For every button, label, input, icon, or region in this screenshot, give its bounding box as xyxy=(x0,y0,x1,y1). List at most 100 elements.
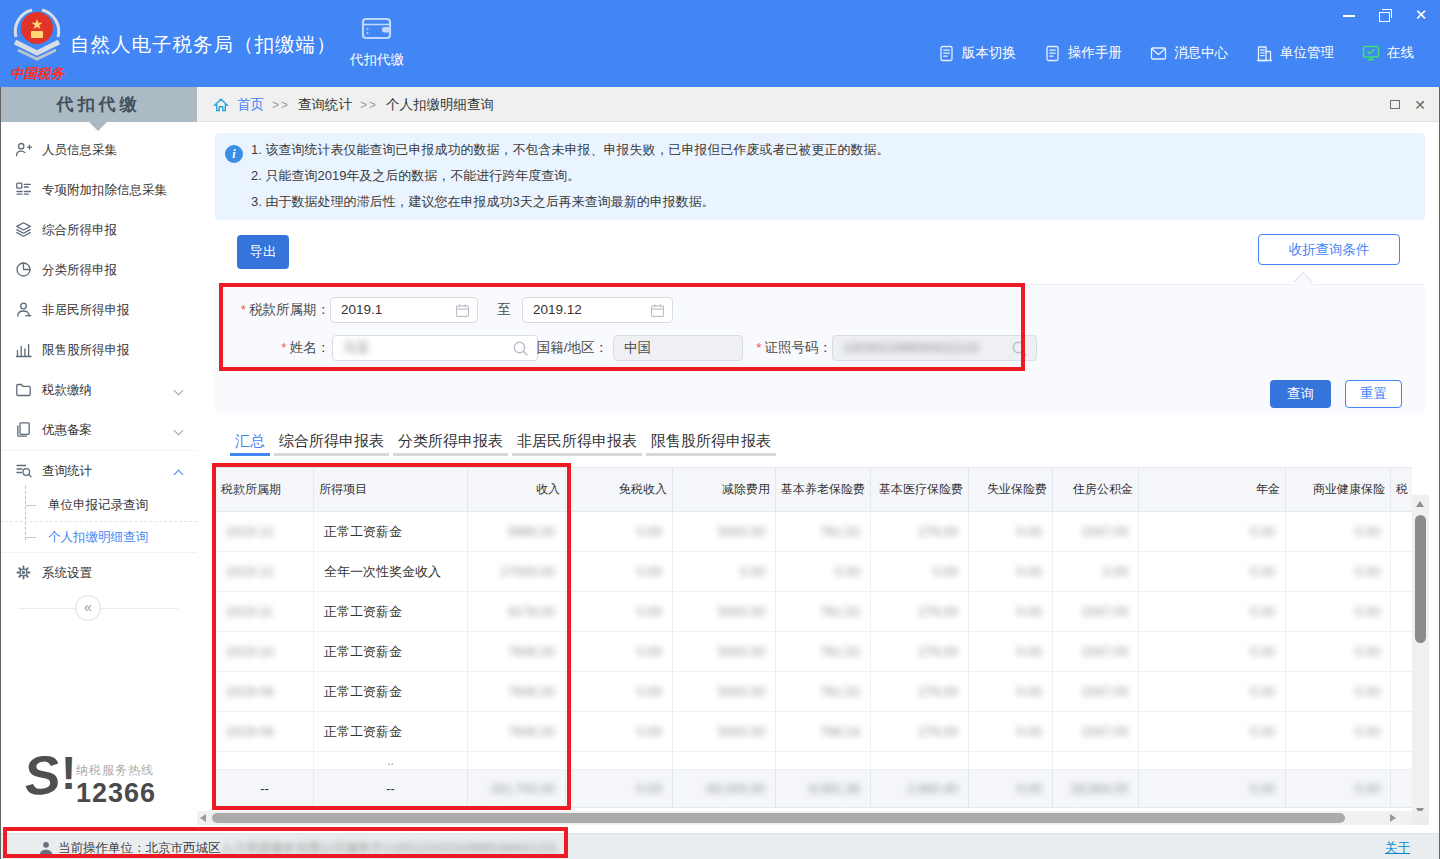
tab-2[interactable]: 分类所得申报表 xyxy=(393,428,508,456)
table-cell: 0.00 xyxy=(673,552,776,592)
sidebar-item-2[interactable]: 综合所得申报 xyxy=(0,210,197,250)
window-restore-button[interactable] xyxy=(1378,8,1392,22)
table-cell xyxy=(673,752,776,770)
table-cell: 0.00 xyxy=(1286,672,1391,712)
column-header[interactable]: 免税收入 xyxy=(566,468,673,512)
building-icon xyxy=(1256,45,1273,62)
table-cell: 1547.00 xyxy=(1053,512,1139,552)
sidebar-collapse-button[interactable]: « xyxy=(75,595,101,621)
scroll-up-arrow[interactable] xyxy=(1416,501,1424,507)
column-header[interactable]: 年金 xyxy=(1139,468,1286,512)
breadcrumb-item[interactable]: 查询统计 xyxy=(298,96,352,114)
reset-button[interactable]: 重置 xyxy=(1345,380,1402,408)
info-icon: i xyxy=(225,145,243,163)
table-cell: 279.00 xyxy=(871,512,969,552)
header-menu-item-1[interactable]: 操作手册 xyxy=(1044,44,1122,62)
table-cell: 0.00 xyxy=(1286,512,1391,552)
tab-3[interactable]: 非居民所得申报表 xyxy=(512,428,642,456)
horizontal-scroll-thumb[interactable] xyxy=(212,813,1345,823)
home-icon xyxy=(213,97,229,113)
table-cell: 0.00 xyxy=(776,552,871,592)
sidebar-item-0[interactable]: 人员信息采集 xyxy=(0,130,197,170)
table-cell xyxy=(1391,512,1413,552)
sidebar-item-8[interactable]: 查询统计 xyxy=(0,450,197,490)
vertical-scroll-thumb[interactable] xyxy=(1415,515,1426,643)
table-cell xyxy=(1391,552,1413,592)
sidebar-item-6[interactable]: 税款缴纳 xyxy=(0,370,197,410)
result-tabs: 汇总综合所得申报表分类所得申报表非居民所得申报表限售股所得申报表 xyxy=(230,428,780,456)
sidebar-item-1[interactable]: 专项附加扣除信息采集 xyxy=(0,170,197,210)
annotation-box-form xyxy=(219,283,1025,371)
table-cell: 0.00 xyxy=(969,592,1053,632)
table-cell: 0.00 xyxy=(1139,770,1286,808)
table-cell: 1547.00 xyxy=(1053,592,1139,632)
table-cell xyxy=(1286,752,1391,770)
export-button[interactable]: 导出 xyxy=(237,235,289,269)
header-tab-daikoudaijiao[interactable]: 代扣代缴 xyxy=(340,15,414,69)
table-cell: 1547.00 xyxy=(1053,712,1139,752)
column-header[interactable]: 失业保险费 xyxy=(969,468,1053,512)
column-header[interactable]: 税 xyxy=(1391,468,1413,512)
header-menu: 版本切换 操作手册 消息中心 单位管理 在线 xyxy=(938,44,1414,62)
horizontal-scrollbar[interactable] xyxy=(197,811,1412,825)
header-tab-label: 代扣代缴 xyxy=(340,51,414,69)
sidebar-item-5[interactable]: 限售股所得申报 xyxy=(0,330,197,370)
mail-icon xyxy=(1150,45,1167,62)
pane-maximize-icon[interactable] xyxy=(1390,100,1400,109)
header-menu-item-2[interactable]: 消息中心 xyxy=(1150,44,1228,62)
window-border-left xyxy=(0,87,1,859)
tab-1[interactable]: 综合所得申报表 xyxy=(274,428,389,456)
sidebar-item-4[interactable]: 非居民所得申报 xyxy=(0,290,197,330)
scrollbar-corner xyxy=(1412,811,1429,825)
table-cell: 0.00 xyxy=(969,770,1053,808)
table-cell xyxy=(1391,632,1413,672)
column-header[interactable]: 住房公积金 xyxy=(1053,468,1139,512)
about-link[interactable]: 关于 xyxy=(1385,834,1410,859)
person-add-icon xyxy=(15,141,32,158)
gear-icon xyxy=(15,564,32,581)
tax-bureau-logo: ★ 中国税务 xyxy=(8,4,66,84)
chevron-down-icon xyxy=(174,426,184,436)
online-status[interactable]: 在线 xyxy=(1362,44,1414,62)
document-icon xyxy=(1044,45,1061,62)
breadcrumb-home[interactable]: 首页 xyxy=(237,96,264,114)
table-cell: 60,000.00 xyxy=(673,770,776,808)
collapse-query-button[interactable]: 收折查询条件 xyxy=(1258,234,1400,265)
table-cell xyxy=(1139,752,1286,770)
column-header[interactable]: 基本医疗保险费 xyxy=(871,468,969,512)
table-cell: 798.24 xyxy=(776,712,871,752)
tab-4[interactable]: 限售股所得申报表 xyxy=(646,428,776,456)
table-cell: 5000.00 xyxy=(673,512,776,552)
table-cell: 0.00 xyxy=(969,632,1053,672)
pane-close-icon[interactable]: ✕ xyxy=(1414,97,1426,113)
header-menu-item-0[interactable]: 版本切换 xyxy=(938,44,1016,62)
sidebar-item-settings[interactable]: 系统设置 xyxy=(0,553,197,593)
table-cell: 0.00 xyxy=(969,672,1053,712)
table-cell: 0.00 xyxy=(1139,632,1286,672)
logo-caption: 中国税务 xyxy=(10,66,66,81)
sidebar-subitem-1[interactable]: 个人扣缴明细查询 xyxy=(0,521,197,552)
sidebar-subitem-0[interactable]: 单位申报记录查询 xyxy=(0,490,197,521)
search-button[interactable]: 查询 xyxy=(1270,380,1331,408)
tab-0[interactable]: 汇总 xyxy=(230,428,270,456)
sidebar-item-7[interactable]: 优惠备案 xyxy=(0,410,197,450)
table-cell: 0.00 xyxy=(1286,770,1391,808)
header-menu-item-3[interactable]: 单位管理 xyxy=(1256,44,1334,62)
window-minimize-button[interactable] xyxy=(1342,8,1356,22)
online-monitor-icon xyxy=(1362,45,1380,62)
vertical-scrollbar[interactable] xyxy=(1412,495,1429,820)
scroll-right-arrow[interactable] xyxy=(1390,814,1396,822)
notice-line: 3. 由于数据处理的滞后性，建议您在申报成功3天之后再来查询最新的申报数据。 xyxy=(251,189,889,215)
app-title: 自然人电子税务局（扣缴端） xyxy=(70,31,337,58)
column-header[interactable]: 减除费用 xyxy=(673,468,776,512)
column-header[interactable]: 商业健康保险 xyxy=(1286,468,1391,512)
window-close-button[interactable]: ✕ xyxy=(1414,8,1428,22)
column-header[interactable]: 基本养老保险费 xyxy=(776,468,871,512)
table-cell: 0.00 xyxy=(969,512,1053,552)
scroll-left-arrow[interactable] xyxy=(200,814,206,822)
table-cell: 279.00 xyxy=(871,592,969,632)
table-cell: 0.00 xyxy=(969,712,1053,752)
sidebar-item-3[interactable]: 分类所得申报 xyxy=(0,250,197,290)
table-cell: 0.00 xyxy=(969,552,1053,592)
notice-line: 2. 只能查询2019年及之后的数据，不能进行跨年度查询。 xyxy=(251,163,889,189)
